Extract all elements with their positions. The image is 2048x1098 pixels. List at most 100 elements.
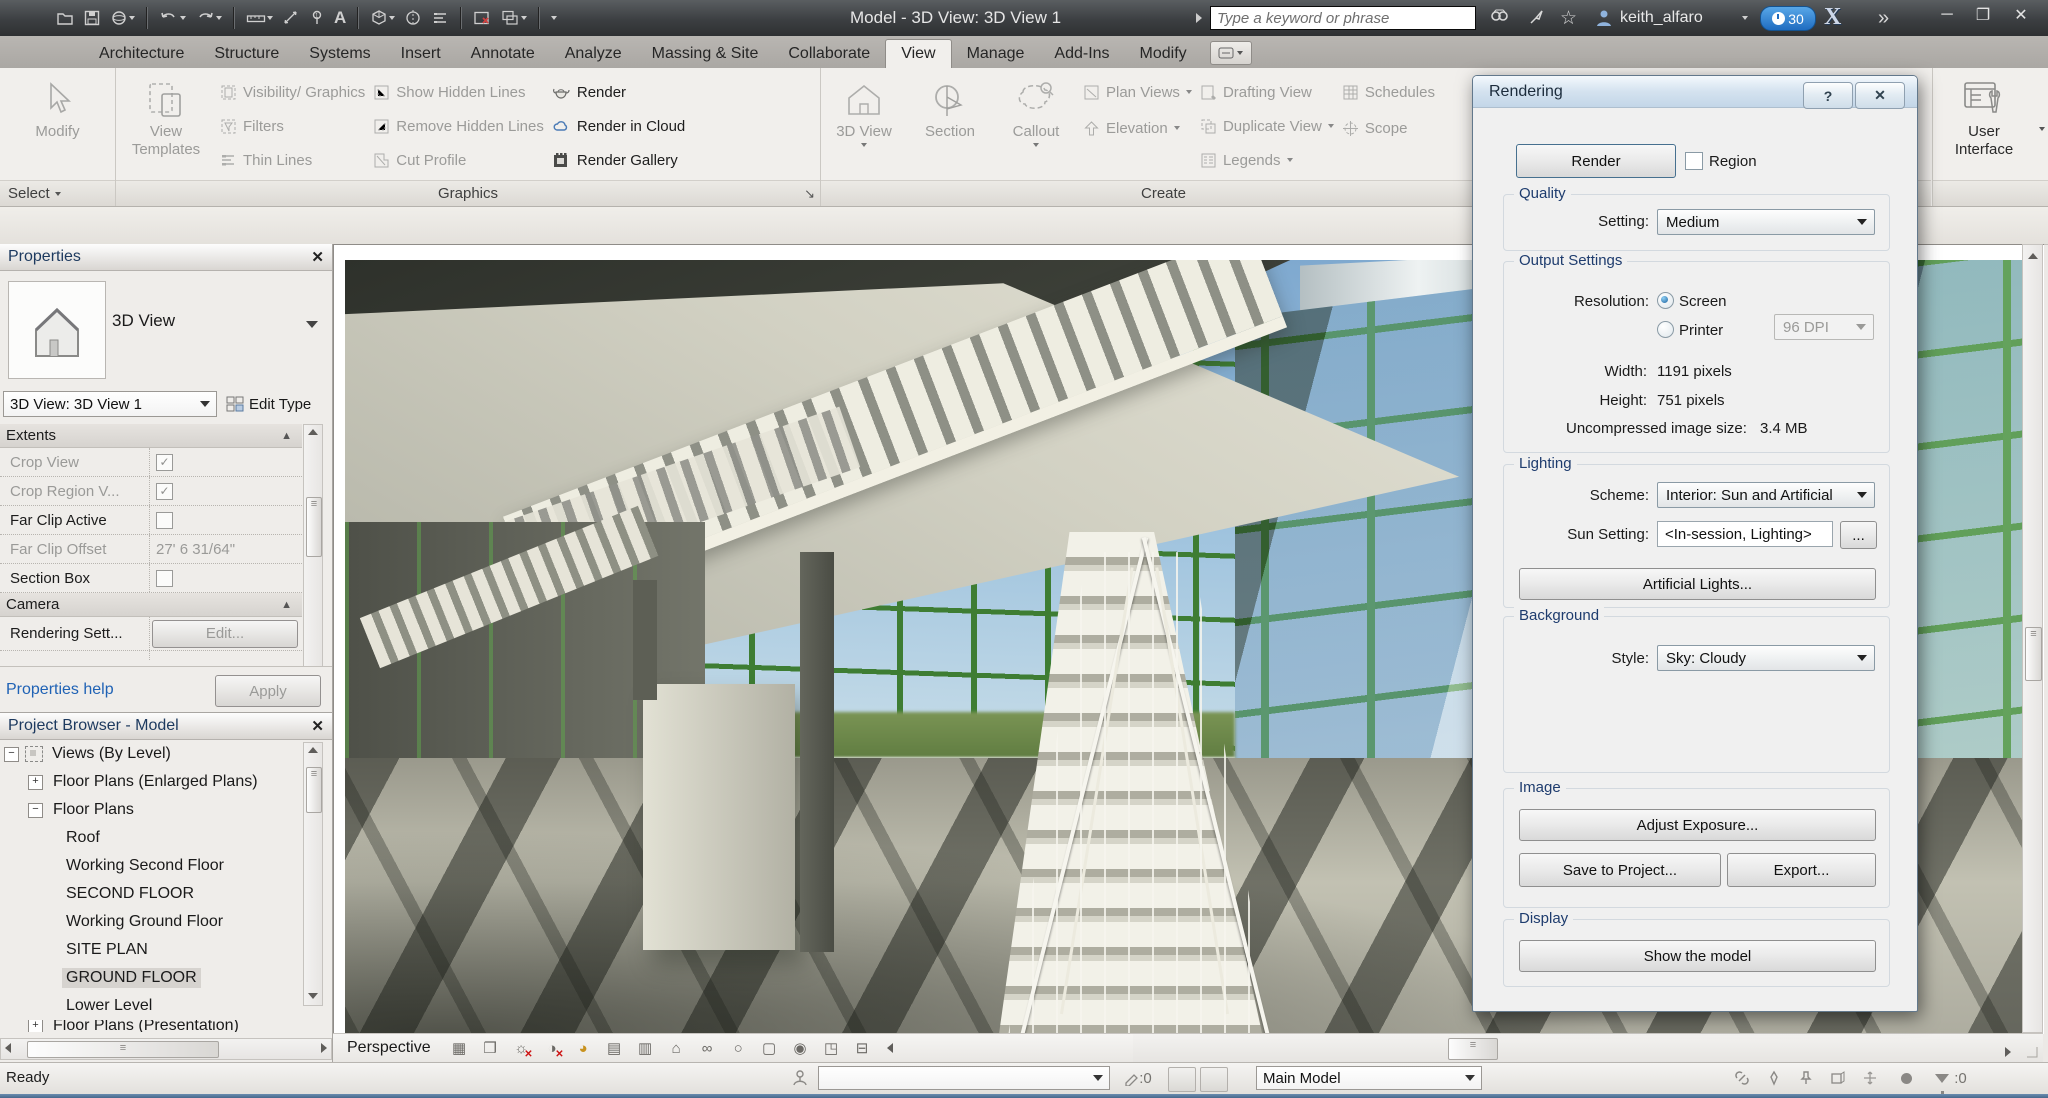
property-row-crop-view[interactable]: Crop View ✓ [0,448,302,477]
render-button[interactable]: Render [552,79,685,105]
visibility-graphics-button[interactable]: Visibility/ Graphics [220,79,365,105]
select-pinned-icon[interactable] [1794,1067,1818,1089]
sun-setting-browse-button[interactable]: ... [1840,521,1877,549]
tree-item-working-ground-floor[interactable]: Working Ground Floor [0,908,302,936]
background-style-dropdown[interactable]: Sky: Cloudy [1657,645,1875,671]
duplicate-view-button[interactable]: Duplicate View [1200,113,1334,139]
switch-windows-icon[interactable] [501,9,527,27]
callout-button[interactable]: Callout [997,71,1075,181]
canvas-horizontal-scrollbar[interactable] [1133,1033,2043,1063]
thin-lines-icon[interactable] [431,9,449,27]
reveal-hidden-elements-icon[interactable]: ○ [728,1038,749,1059]
dialog-help-button[interactable]: ? [1803,82,1853,109]
detail-level-icon[interactable]: ❒ [480,1038,501,1059]
tag-icon[interactable]: 1 [309,9,325,27]
selection-filter-button[interactable]: :0 [1926,1067,1976,1089]
view-templates-button[interactable]: View Templates [120,71,212,181]
render-options-icon[interactable] [110,9,135,27]
user-menu-chevron-icon[interactable] [1742,5,1748,31]
tab-insert[interactable]: Insert [386,40,456,68]
design-options-dropdown[interactable]: Main Model [1256,1066,1482,1090]
project-browser-close-icon[interactable]: ✕ [311,717,324,735]
temporary-view-properties-icon[interactable]: ▢ [759,1038,780,1059]
remove-hidden-lines-button[interactable]: Remove Hidden Lines [373,113,544,139]
checkbox-checked-disabled[interactable]: ✓ [156,454,173,471]
3d-view-button[interactable]: 3D View [825,71,903,181]
artificial-lights-button[interactable]: Artificial Lights... [1519,568,1876,600]
scope-box-button[interactable]: Scope [1342,115,1435,141]
title-expand-icon[interactable] [1196,13,1202,23]
thin-lines-button[interactable]: Thin Lines [220,147,365,173]
collapse-icon[interactable]: − [4,747,19,762]
show-rendering-dialog-icon[interactable]: ◕ [573,1038,594,1059]
displaced-elements-icon[interactable]: ◳ [821,1038,842,1059]
schedules-button[interactable]: Schedules [1342,79,1435,105]
property-row-section-box[interactable]: Section Box [0,564,302,593]
tree-item-floor-plans-enlarged[interactable]: +Floor Plans (Enlarged Plans) [0,768,302,796]
browser-horizontal-scrollbar[interactable] [0,1038,332,1060]
dialog-launcher-icon[interactable]: ↘ [804,186,815,202]
properties-help-link[interactable]: Properties help [6,681,114,699]
section-icon[interactable] [404,9,422,27]
graphics-panel-label[interactable]: Graphics↘ [116,180,820,206]
select-underlay-icon[interactable] [1762,1067,1786,1089]
save-to-project-button[interactable]: Save to Project... [1519,853,1721,887]
elevation-button[interactable]: Elevation [1083,115,1192,141]
visual-style-icon[interactable]: ▦ [449,1038,470,1059]
canvas-vscroll-thumb[interactable] [2025,627,2042,681]
exchange-apps-icon[interactable]: X [1824,4,1841,31]
close-hidden-windows-icon[interactable] [473,9,492,27]
legends-button[interactable]: Legends [1200,147,1334,173]
select-panel-label[interactable]: Select [0,180,115,206]
text-icon[interactable]: A [334,8,346,28]
checkbox-checked-disabled[interactable]: ✓ [156,483,173,500]
tree-item-floor-plans[interactable]: −Floor Plans [0,796,302,824]
rendering-settings-edit-button[interactable]: Edit... [152,620,298,648]
editing-requests-button[interactable]: :0 [1116,1067,1160,1089]
select-by-face-icon[interactable] [1826,1067,1850,1089]
tab-analyze[interactable]: Analyze [550,40,637,68]
tree-item-ground-floor[interactable]: GROUND FLOOR [0,964,302,992]
ribbon-display-toggle[interactable] [1210,41,1252,65]
tab-annotate[interactable]: Annotate [456,40,550,68]
section-button[interactable]: Section [911,71,989,181]
browser-vertical-scrollbar[interactable] [303,742,323,1006]
undo-icon[interactable] [159,9,186,27]
user-interface-button[interactable]: User Interface [1937,71,2031,181]
filters-button[interactable]: Filters [220,113,365,139]
type-selector-chevron-icon[interactable] [306,321,318,328]
tab-modify[interactable]: Modify [1125,40,1202,68]
resize-grip-icon[interactable] [2025,1045,2039,1059]
quality-setting-dropdown[interactable]: Medium [1657,209,1875,235]
property-row-far-clip-active[interactable]: Far Clip Active [0,506,302,535]
drag-selection-icon[interactable] [1858,1067,1882,1089]
default-3d-view-icon[interactable] [370,9,395,27]
worksharing-display-icon[interactable]: ◉ [790,1038,811,1059]
tab-add-ins[interactable]: Add-Ins [1039,40,1124,68]
type-preview[interactable] [8,281,106,379]
username-label[interactable]: keith_alfaro [1620,5,1703,31]
tab-view[interactable]: View [885,39,951,68]
gray-inactive-toggle[interactable] [1200,1067,1228,1092]
plan-views-button[interactable]: Plan Views [1083,79,1192,105]
render-button[interactable]: Render [1516,144,1676,178]
tree-item-second-floor[interactable]: SECOND FLOOR [0,880,302,908]
editable-only-toggle[interactable] [1168,1067,1196,1092]
worksets-dropdown[interactable] [818,1066,1110,1090]
tree-item-lower-level[interactable]: Lower Level [0,992,302,1020]
dialog-close-button[interactable]: ✕ [1855,82,1905,109]
user-icon[interactable] [1594,5,1614,31]
camera-group-header[interactable]: Camera▲ [0,593,302,617]
collapse-icon[interactable]: − [28,803,43,818]
checkbox-unchecked[interactable] [156,512,173,529]
region-checkbox[interactable] [1685,152,1703,170]
background-process-icon[interactable] [1894,1067,1918,1089]
edit-type-button[interactable]: Edit Type [226,391,326,417]
sun-path-off-icon[interactable]: ☼✕ [511,1038,532,1059]
expand-icon[interactable]: + [28,775,43,790]
customize-qat-icon[interactable] [551,16,557,20]
show-model-button[interactable]: Show the model [1519,940,1876,972]
search-input[interactable] [1210,6,1476,30]
dpi-dropdown[interactable]: 96 DPI [1774,314,1874,340]
aligned-dimension-icon[interactable] [282,9,300,27]
